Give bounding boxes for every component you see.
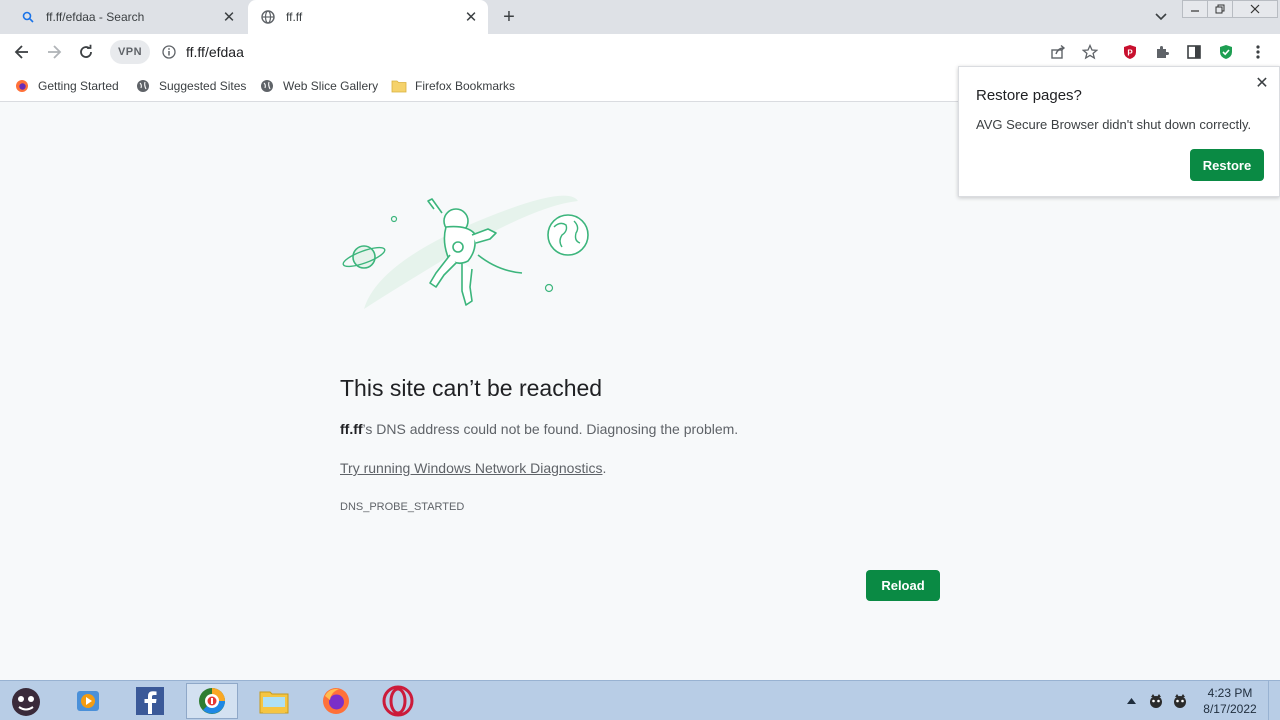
bookmark-getting-started[interactable]: Getting Started	[14, 76, 119, 96]
tab-search[interactable]: ff.ff/efdaa - Search ✕	[8, 0, 246, 34]
bookmark-web-slice-gallery[interactable]: Web Slice Gallery	[259, 76, 378, 96]
menu-kebab-icon[interactable]	[1244, 38, 1272, 66]
bookmark-firefox-bookmarks[interactable]: Firefox Bookmarks	[391, 76, 515, 96]
file-explorer-icon[interactable]	[248, 683, 300, 719]
search-icon	[20, 9, 36, 25]
start-button[interactable]	[0, 683, 52, 719]
error-description: ff.ff’s DNS address could not be found. …	[340, 421, 738, 437]
system-clock[interactable]: 4:23 PM 8/17/2022	[1196, 685, 1264, 717]
error-code: DNS_PROBE_STARTED	[340, 501, 465, 513]
bookmark-label: Getting Started	[38, 79, 119, 93]
tab-title: ff.ff	[286, 10, 303, 24]
window-controls	[1182, 0, 1278, 18]
restore-pages-popup: Restore pages? ✕ AVG Secure Browser didn…	[958, 66, 1280, 197]
close-window-button[interactable]	[1232, 0, 1278, 18]
earth-icon	[547, 214, 589, 256]
browser-toolbar: VPN ff.ff/efdaa P	[0, 34, 1280, 70]
bookmark-label: Firefox Bookmarks	[415, 79, 516, 93]
info-icon[interactable]	[160, 43, 178, 61]
windows-taskbar: 4:23 PM 8/17/2022	[0, 680, 1280, 720]
astronaut-illustration	[338, 191, 596, 319]
bookmark-suggested-sites[interactable]: Suggested Sites	[135, 76, 246, 96]
bookmark-label: Suggested Sites	[159, 79, 247, 93]
tray-app-icon[interactable]	[1146, 691, 1166, 711]
avg-privacy-extension-icon[interactable]: P	[1116, 38, 1144, 66]
clock-date: 8/17/2022	[1203, 702, 1257, 716]
folder-icon	[391, 78, 407, 94]
avg-shield-icon[interactable]	[1212, 38, 1240, 66]
tab-active[interactable]: ff.ff ✕	[248, 0, 488, 34]
side-panel-icon[interactable]	[1180, 38, 1208, 66]
error-host: ff.ff	[340, 421, 363, 437]
svg-text:P: P	[1127, 49, 1133, 58]
clock-time: 4:23 PM	[1207, 686, 1253, 700]
facebook-icon[interactable]	[124, 683, 176, 719]
tab-title: ff.ff/efdaa - Search	[46, 10, 145, 24]
tray-app-icon[interactable]	[1170, 691, 1190, 711]
extensions-puzzle-icon[interactable]	[1148, 38, 1176, 66]
close-tab-icon[interactable]: ✕	[460, 6, 482, 28]
restore-button[interactable]: Restore	[1190, 149, 1264, 181]
avg-browser-taskbar-icon[interactable]	[186, 683, 238, 719]
forward-arrow-icon[interactable]	[40, 38, 68, 66]
show-hidden-icons-button[interactable]	[1124, 691, 1138, 711]
opera-icon[interactable]	[372, 683, 424, 719]
firefox-icon	[14, 78, 30, 94]
link-suffix: .	[602, 460, 607, 476]
address-bar[interactable]: ff.ff/efdaa	[154, 38, 1114, 66]
network-diagnostics-link[interactable]: Try running Windows Network Diagnostics	[340, 460, 602, 476]
bookmark-star-icon[interactable]	[1076, 38, 1104, 66]
tab-strip: ff.ff/efdaa - Search ✕ ff.ff ✕ +	[0, 0, 1280, 34]
chevron-down-icon[interactable]	[1150, 6, 1172, 28]
diagnostics-row: Try running Windows Network Diagnostics.	[340, 460, 606, 476]
show-desktop-button[interactable]	[1268, 681, 1280, 720]
planet-icon	[342, 245, 386, 269]
new-tab-button[interactable]: +	[498, 6, 520, 28]
popup-title: Restore pages?	[976, 87, 1082, 104]
reload-button[interactable]: Reload	[866, 570, 940, 601]
popup-message: AVG Secure Browser didn't shut down corr…	[976, 117, 1252, 132]
globe-icon	[260, 9, 276, 25]
close-tab-icon[interactable]: ✕	[218, 6, 240, 28]
globe-icon	[135, 78, 151, 94]
back-arrow-icon[interactable]	[8, 38, 36, 66]
error-description-text: ’s DNS address could not be found. Diagn…	[362, 421, 739, 437]
reload-icon[interactable]	[72, 38, 100, 66]
firefox-taskbar-icon[interactable]	[310, 683, 362, 719]
share-icon[interactable]	[1044, 38, 1072, 66]
media-player-icon[interactable]	[62, 683, 114, 719]
error-title: This site can’t be reached	[340, 375, 603, 401]
restore-window-button[interactable]	[1207, 0, 1233, 18]
close-icon[interactable]: ✕	[1252, 73, 1272, 93]
url-text: ff.ff/efdaa	[186, 44, 244, 60]
bookmark-label: Web Slice Gallery	[283, 79, 379, 93]
minimize-button[interactable]	[1182, 0, 1208, 18]
vpn-button[interactable]: VPN	[110, 40, 150, 64]
globe-icon	[259, 78, 275, 94]
